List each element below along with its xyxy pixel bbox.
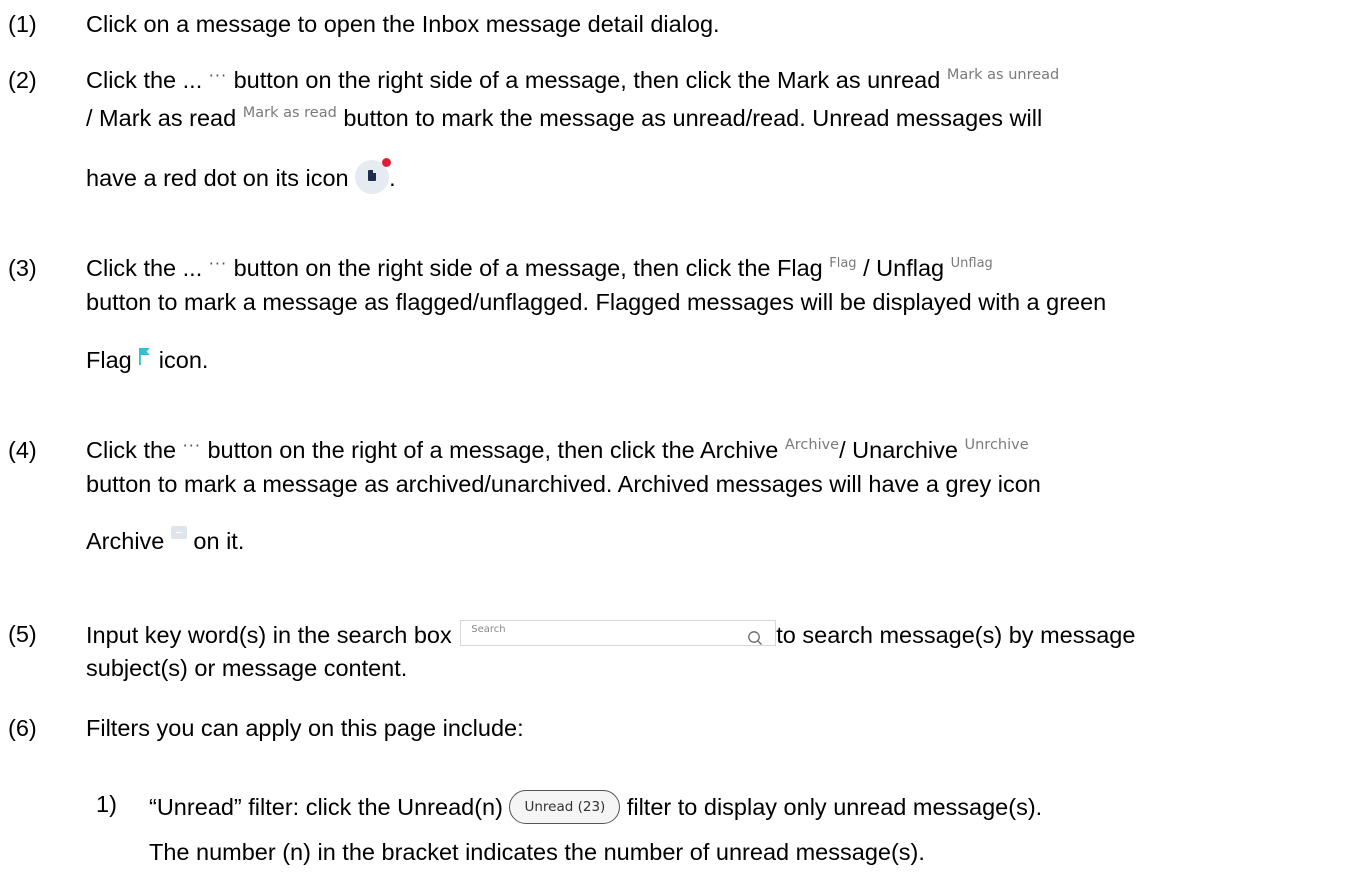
- text-run: button on the right of a message, then c…: [207, 437, 785, 463]
- text-run: on it.: [193, 528, 245, 554]
- item-text: subject(s) or message content.: [86, 655, 408, 681]
- text-run: button on the right side of a message, t…: [233, 67, 947, 93]
- doc-unread-icon: [355, 158, 392, 194]
- text-run: / Unarchive: [839, 437, 965, 463]
- text-run: filter to display only unread message(s)…: [626, 794, 1043, 820]
- text-run: Flag: [86, 347, 139, 373]
- archive-label: Archive: [784, 437, 840, 453]
- ellipsis-icon: ···: [208, 66, 228, 85]
- mark-as-read-label: Mark as read: [242, 105, 337, 121]
- item-text: button to mark a message as archived/una…: [86, 471, 1041, 497]
- item-text-line: Input key word(s) in the search box Sear…: [86, 620, 1135, 649]
- item-text: Filters you can apply on this page inclu…: [86, 715, 524, 741]
- text-run: Click the ...: [86, 255, 209, 281]
- item-number: (5): [8, 621, 37, 647]
- item-text-line: Archive on it.: [86, 526, 244, 555]
- item-text: Click on a message to open the Inbox mes…: [86, 11, 720, 37]
- text-run: Input key word(s) in the search box: [86, 622, 459, 648]
- text-run: Click the ...: [86, 67, 209, 93]
- item-text-line: Click the ... ··· button on the right si…: [86, 254, 993, 287]
- item-number: (6): [8, 715, 37, 741]
- text-run: button to mark the message as unread/rea…: [343, 105, 1043, 131]
- item-number: (1): [8, 11, 37, 37]
- item-number: (2): [8, 67, 37, 93]
- text-run: / Unflag: [863, 255, 951, 281]
- text-run: Click the: [86, 437, 183, 463]
- ellipsis-icon: ···: [208, 254, 228, 273]
- ellipsis-icon: ···: [182, 436, 201, 455]
- text-run: / Mark as read: [86, 105, 243, 131]
- item-text: button to mark a message as flagged/unfl…: [86, 289, 1107, 315]
- flag-icon: [138, 344, 152, 365]
- text-run: button on the right side of a message, t…: [233, 255, 830, 281]
- archive-icon: [170, 526, 187, 539]
- text-run: Archive: [86, 528, 171, 554]
- text-run: “Unread” filter: click the Unread(n): [149, 794, 510, 820]
- text-run: .: [389, 165, 396, 191]
- item-number: (4): [8, 437, 37, 463]
- flag-label: Flag: [829, 256, 857, 271]
- search-placeholder: Search: [471, 624, 506, 635]
- sub-item-number: 1): [96, 791, 117, 817]
- item-text-line: Click the ··· button on the right of a m…: [86, 436, 1029, 468]
- item-text-line: Click the ... ··· button on the right si…: [86, 66, 1059, 98]
- search-icon: [747, 624, 763, 652]
- unread-filter-pill: Unread (23): [509, 790, 621, 824]
- item-text-line: have a red dot on its icon .: [86, 158, 396, 194]
- text-run: icon.: [158, 347, 209, 373]
- unarchive-label: Unrchive: [964, 437, 1029, 453]
- search-input-example: Search: [460, 620, 777, 646]
- sub-item-text-line: “Unread” filter: click the Unread(n) Unr…: [149, 790, 1042, 824]
- text-run: to search message(s) by message: [776, 622, 1136, 648]
- unflag-label: Unflag: [950, 256, 993, 271]
- sub-item-text: The number (n) in the bracket indicates …: [149, 839, 925, 865]
- item-number: (3): [8, 255, 37, 281]
- mark-as-unread-label: Mark as unread: [946, 67, 1060, 83]
- text-run: have a red dot on its icon: [86, 165, 356, 191]
- item-text-line: Flag icon.: [86, 344, 208, 374]
- instruction-page: (1) Click on a message to open the Inbox…: [0, 0, 1354, 884]
- item-text-line: / Mark as read Mark as read button to ma…: [86, 104, 1042, 136]
